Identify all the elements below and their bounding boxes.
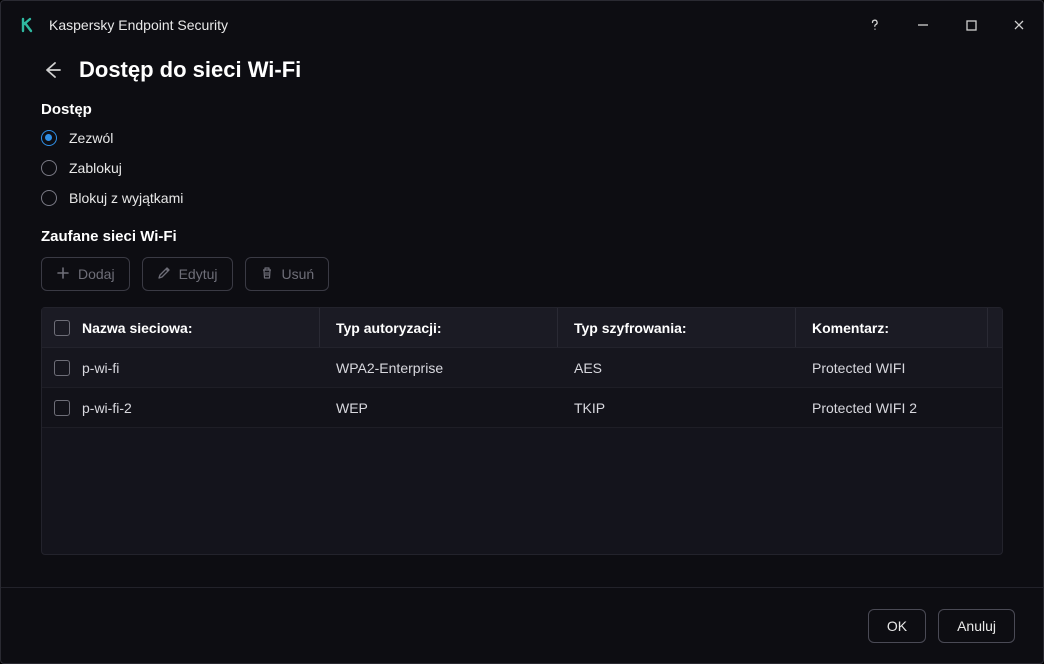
radio-label-block-except: Blokuj z wyjątkami	[69, 190, 183, 206]
dialog-footer: OK Anuluj	[1, 587, 1043, 663]
trusted-section-label: Zaufane sieci Wi-Fi	[41, 228, 1003, 245]
cell-auth: WPA2-Enterprise	[320, 348, 558, 387]
radio-icon	[41, 160, 57, 176]
plus-icon	[56, 266, 70, 283]
radio-icon	[41, 190, 57, 206]
page-title: Dostęp do sieci Wi-Fi	[79, 57, 301, 83]
cell-comment: Protected WIFI	[796, 348, 988, 387]
pencil-icon	[157, 266, 171, 283]
delete-button-label: Usuń	[282, 266, 315, 282]
delete-button[interactable]: Usuń	[245, 257, 330, 291]
radio-allow[interactable]: Zezwól	[41, 130, 1003, 146]
minimize-button[interactable]	[911, 13, 935, 37]
app-logo-icon	[19, 16, 37, 34]
app-window: Kaspersky Endpoint Security Dostęp do si…	[0, 0, 1044, 664]
app-title: Kaspersky Endpoint Security	[49, 17, 851, 33]
page-header: Dostęp do sieci Wi-Fi	[41, 57, 1003, 83]
table-row[interactable]: p-wi-fi-2 WEP TKIP Protected WIFI 2	[42, 388, 1002, 428]
column-header-name[interactable]: Nazwa sieciowa:	[82, 308, 320, 347]
radio-icon	[41, 130, 57, 146]
maximize-button[interactable]	[959, 13, 983, 37]
table-header: Nazwa sieciowa: Typ autoryzacji: Typ szy…	[42, 308, 1002, 348]
row-checkbox-cell[interactable]	[42, 400, 82, 416]
header-checkbox-cell[interactable]	[42, 320, 82, 336]
trusted-table: Nazwa sieciowa: Typ autoryzacji: Typ szy…	[41, 307, 1003, 555]
radio-label-allow: Zezwól	[69, 130, 113, 146]
add-button[interactable]: Dodaj	[41, 257, 130, 291]
edit-button[interactable]: Edytuj	[142, 257, 233, 291]
cell-enc: AES	[558, 348, 796, 387]
trusted-toolbar: Dodaj Edytuj Usuń	[41, 257, 1003, 291]
table-row[interactable]: p-wi-fi WPA2-Enterprise AES Protected WI…	[42, 348, 1002, 388]
column-header-comment[interactable]: Komentarz:	[796, 308, 988, 347]
close-button[interactable]	[1007, 13, 1031, 37]
cell-enc: TKIP	[558, 388, 796, 427]
checkbox-icon	[54, 400, 70, 416]
radio-label-block: Zablokuj	[69, 160, 122, 176]
cell-auth: WEP	[320, 388, 558, 427]
radio-block[interactable]: Zablokuj	[41, 160, 1003, 176]
titlebar: Kaspersky Endpoint Security	[1, 1, 1043, 49]
checkbox-icon	[54, 320, 70, 336]
edit-button-label: Edytuj	[179, 266, 218, 282]
add-button-label: Dodaj	[78, 266, 115, 282]
column-header-enc[interactable]: Typ szyfrowania:	[558, 308, 796, 347]
row-checkbox-cell[interactable]	[42, 360, 82, 376]
cell-name: p-wi-fi-2	[82, 388, 320, 427]
access-section-label: Dostęp	[41, 101, 1003, 118]
access-radio-group: Zezwól Zablokuj Blokuj z wyjątkami	[41, 130, 1003, 206]
radio-block-except[interactable]: Blokuj z wyjątkami	[41, 190, 1003, 206]
trash-icon	[260, 266, 274, 283]
back-button[interactable]	[41, 59, 63, 81]
ok-button[interactable]: OK	[868, 609, 926, 643]
help-button[interactable]	[863, 13, 887, 37]
cell-comment: Protected WIFI 2	[796, 388, 988, 427]
cancel-button[interactable]: Anuluj	[938, 609, 1015, 643]
cell-name: p-wi-fi	[82, 348, 320, 387]
table-body: p-wi-fi WPA2-Enterprise AES Protected WI…	[42, 348, 1002, 428]
content-area: Dostęp do sieci Wi-Fi Dostęp Zezwól Zabl…	[1, 49, 1043, 587]
window-controls	[863, 13, 1031, 37]
column-header-auth[interactable]: Typ autoryzacji:	[320, 308, 558, 347]
checkbox-icon	[54, 360, 70, 376]
